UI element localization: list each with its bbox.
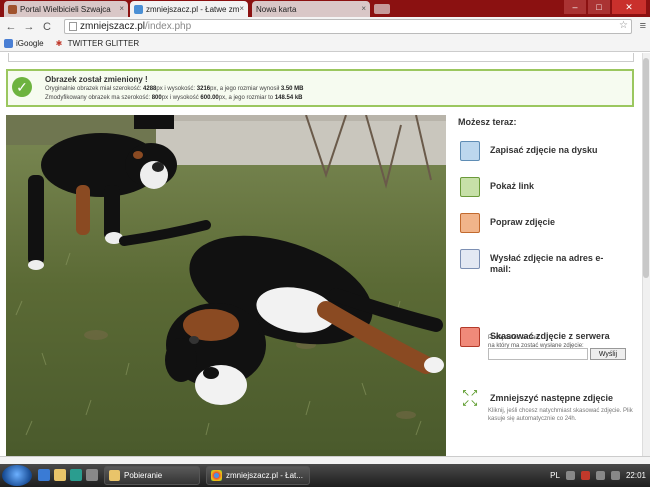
tab-new[interactable]: Nowa karta ×: [252, 1, 370, 17]
explorer-icon[interactable]: [54, 469, 66, 481]
resized-photo: [6, 115, 446, 456]
action-label[interactable]: Popraw zdjęcie: [490, 217, 555, 228]
action-resize-next[interactable]: ↖↗ ↙↘ Zmniejszyć następne zdjęcie: [460, 389, 614, 409]
scrollbar-thumb[interactable]: [643, 58, 649, 278]
save-disk-icon: [460, 141, 480, 161]
bookmark-twitter-glitter[interactable]: ✱ TWITTER GLITTER: [56, 39, 140, 48]
window-controls: – □ ✕: [564, 0, 646, 14]
sidebar-heading: Możesz teraz:: [458, 117, 517, 127]
tab-label: Nowa karta: [256, 4, 297, 14]
back-button[interactable]: ←: [4, 20, 18, 34]
notice-title: Obrazek został zmieniony !: [45, 75, 148, 84]
page-content: ✓ Obrazek został zmieniony ! Oryginalnie…: [0, 53, 642, 456]
tray-icon[interactable]: [580, 471, 590, 480]
tab-label: Portal Wielbicieli Szwajca: [20, 4, 111, 14]
top-rule: [8, 53, 634, 62]
action-label[interactable]: Zapisać zdjęcie na dysku: [490, 145, 598, 156]
browser-toolbar: ← → C zmniejszacz.pl/index.php ☆ ≡: [0, 17, 650, 36]
forward-button[interactable]: →: [22, 20, 36, 34]
url-host: zmniejszacz.pl: [80, 21, 146, 32]
reload-button[interactable]: C: [40, 20, 54, 34]
actions-sidebar: Możesz teraz: Zapisać zdjęcie na dysku P…: [458, 115, 642, 456]
glitter-icon: ✱: [55, 39, 63, 48]
close-icon[interactable]: ×: [361, 4, 366, 13]
bookmark-star-icon[interactable]: ☆: [619, 20, 628, 31]
minimize-button[interactable]: –: [564, 0, 586, 14]
task-label: Pobieranie: [124, 471, 163, 480]
email-form: Wyślij: [488, 348, 626, 360]
chrome-icon: [211, 470, 222, 481]
volume-icon[interactable]: [610, 471, 620, 480]
horizontal-scrollbar[interactable]: [0, 456, 650, 464]
google-icon: [4, 39, 13, 48]
close-icon[interactable]: ×: [119, 4, 124, 13]
language-indicator[interactable]: PL: [550, 471, 560, 480]
send-button[interactable]: Wyślij: [590, 348, 626, 360]
media-player-icon[interactable]: [70, 469, 82, 481]
action-label[interactable]: Skasować zdjęcie z serwera: [490, 331, 614, 342]
menu-icon[interactable]: ≡: [640, 20, 646, 32]
delete-icon: [460, 327, 480, 347]
notice-original-info: Oryginalnie obrazek miał szerokość: 4288…: [45, 86, 304, 92]
site-icon: [8, 4, 17, 14]
action-delete[interactable]: Skasować zdjęcie z serwera: [460, 327, 614, 347]
tab-zmniejszacz[interactable]: zmniejszacz.pl - Łatwe zm ×: [130, 1, 248, 17]
bookmark-label: iGoogle: [16, 39, 44, 48]
notice-new-info: Zmodyfikowany obrazek ma szerokość: 800p…: [45, 95, 303, 101]
tab-label: zmniejszacz.pl - Łatwe zm: [146, 4, 240, 14]
system-tray: PL 22:01: [550, 464, 646, 487]
tray-icon[interactable]: [565, 471, 575, 480]
action-save[interactable]: Zapisać zdjęcie na dysku: [460, 141, 598, 161]
folder-icon: [109, 470, 120, 481]
ie-icon[interactable]: [38, 469, 50, 481]
success-notice: ✓ Obrazek został zmieniony ! Oryginalnie…: [6, 69, 634, 107]
close-icon[interactable]: ×: [239, 4, 244, 13]
task-pobieranie[interactable]: Pobieranie: [104, 466, 200, 485]
windows-taskbar: Pobieranie zmniejszacz.pl - Łat... PL 22…: [0, 464, 650, 487]
action-label[interactable]: Pokaż link: [490, 181, 534, 192]
start-button[interactable]: [2, 465, 32, 486]
close-window-button[interactable]: ✕: [612, 0, 646, 14]
address-bar[interactable]: zmniejszacz.pl/index.php ☆: [64, 19, 632, 34]
task-chrome[interactable]: zmniejszacz.pl - Łat...: [206, 466, 310, 485]
bookmark-igoogle[interactable]: iGoogle: [4, 39, 44, 48]
bookmark-label: TWITTER GLITTER: [67, 39, 140, 48]
link-icon: [460, 177, 480, 197]
dogs-photo-image: [6, 115, 446, 456]
tab-portal[interactable]: Portal Wielbicieli Szwajca ×: [4, 1, 128, 17]
page-icon: [69, 22, 77, 31]
browser-title-bar: Portal Wielbicieli Szwajca × zmniejszacz…: [0, 0, 650, 17]
maximize-button[interactable]: □: [588, 0, 610, 14]
bookmarks-bar: iGoogle ✱ TWITTER GLITTER: [0, 36, 650, 52]
email-icon: [460, 249, 480, 269]
site-icon: [134, 4, 143, 14]
action-edit[interactable]: Popraw zdjęcie: [460, 213, 555, 233]
edit-photo-icon: [460, 213, 480, 233]
email-field[interactable]: [488, 348, 588, 360]
action-label[interactable]: Wysłać zdjęcie na adres e-mail:: [490, 253, 614, 275]
new-tab-button[interactable]: [374, 4, 390, 14]
clock[interactable]: 22:01: [626, 471, 646, 480]
delete-note: Kliknij, jeśli chcesz natychmiast skasow…: [488, 408, 633, 422]
resize-arrows-icon: ↖↗ ↙↘: [461, 388, 479, 409]
network-icon[interactable]: [595, 471, 605, 480]
checkmark-icon: ✓: [12, 77, 32, 97]
desktop-icon[interactable]: [86, 469, 98, 481]
action-email[interactable]: Wysłać zdjęcie na adres e-mail:: [460, 249, 614, 275]
action-label[interactable]: Zmniejszyć następne zdjęcie: [490, 393, 614, 404]
task-label: zmniejszacz.pl - Łat...: [226, 471, 303, 480]
url-path: /index.php: [145, 21, 192, 32]
action-link[interactable]: Pokaż link: [460, 177, 534, 197]
